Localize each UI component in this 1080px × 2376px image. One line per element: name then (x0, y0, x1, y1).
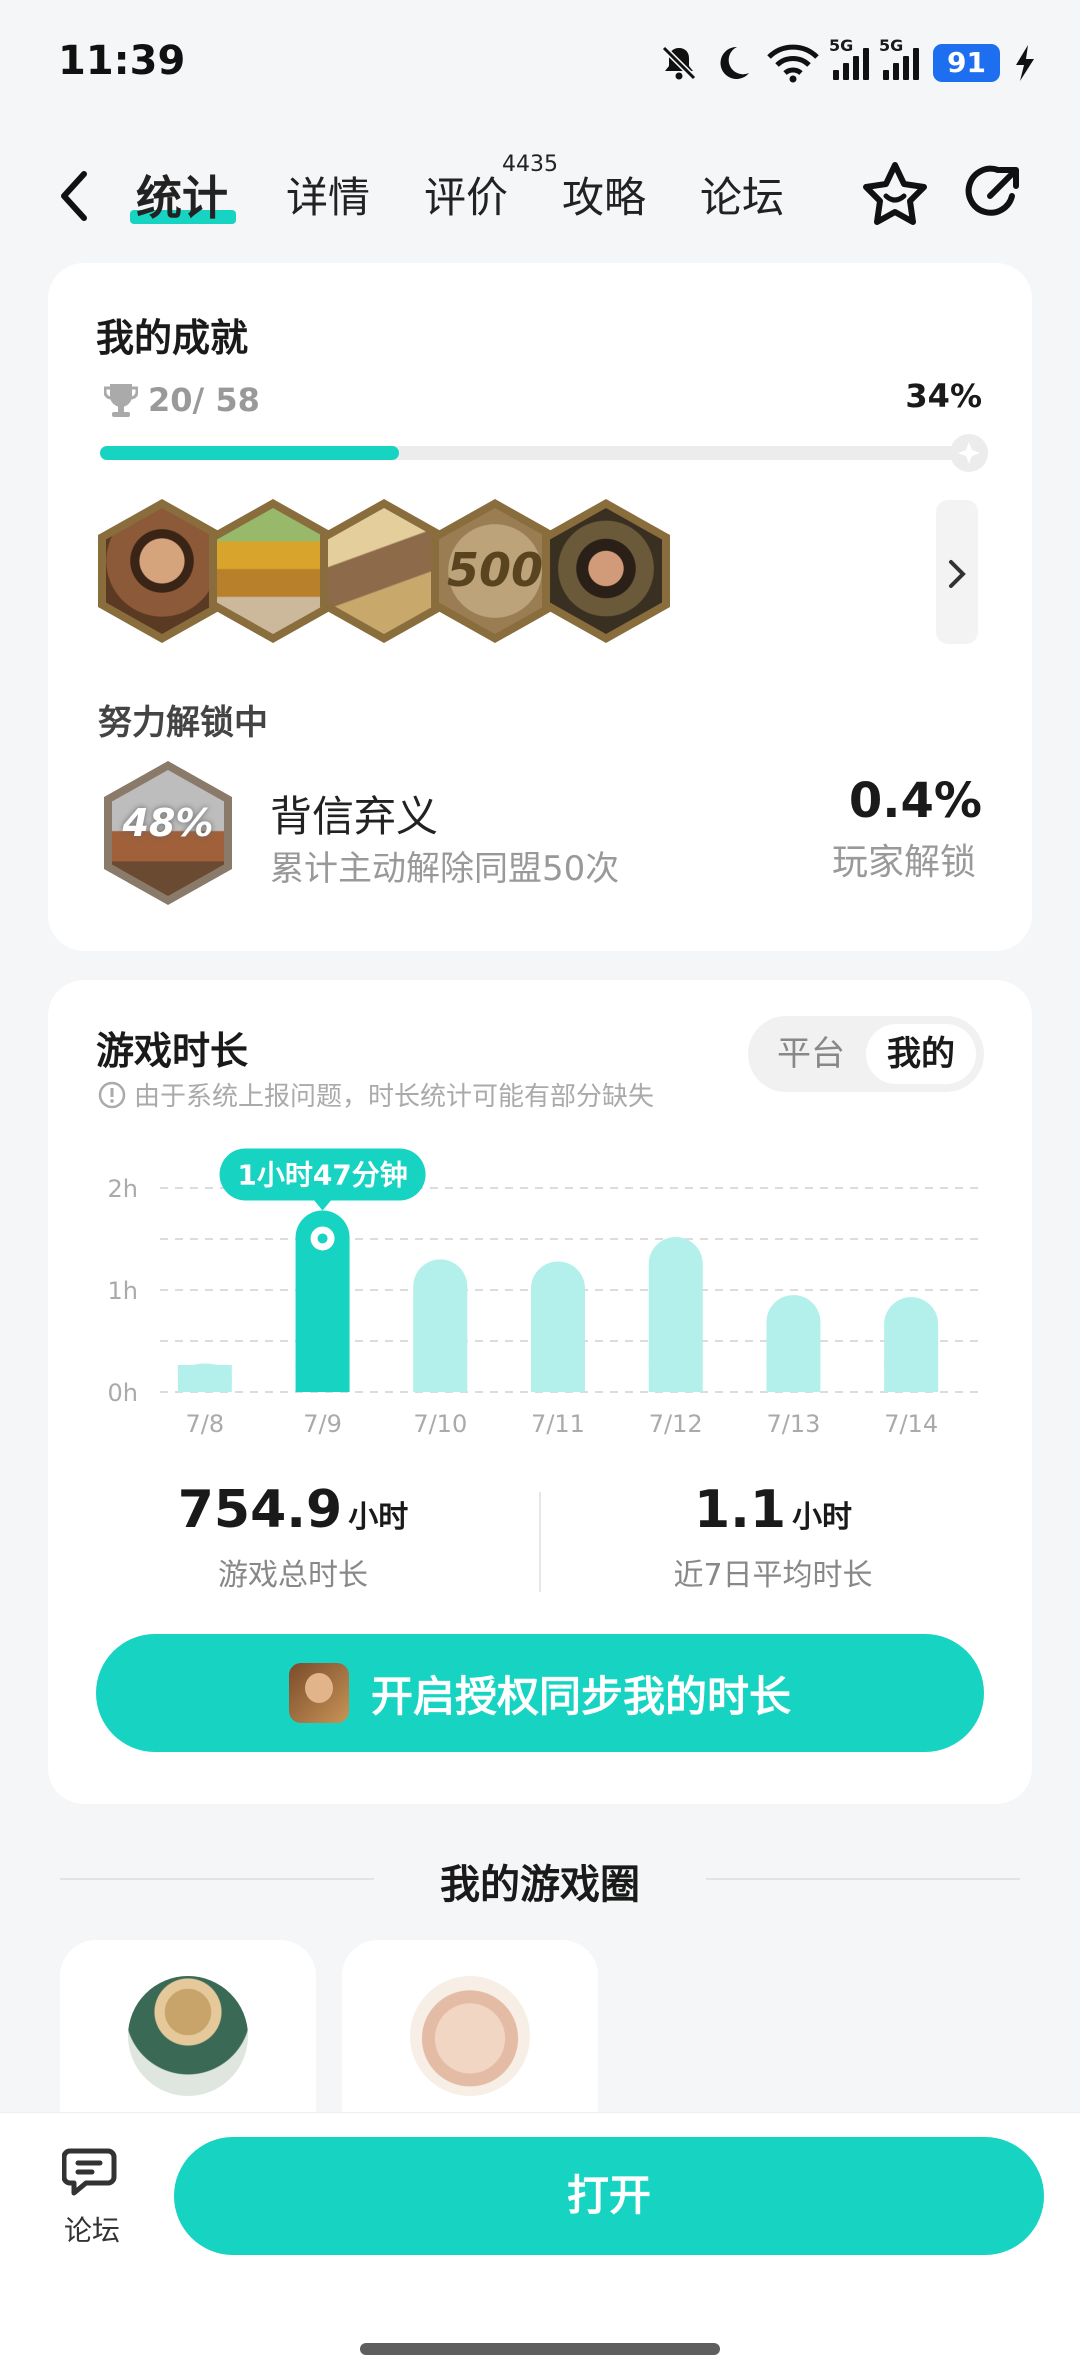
moon-icon (720, 46, 750, 79)
sync-playtime-label: 开启授权同步我的时长 (370, 1671, 791, 1721)
strategist-avatar (128, 1976, 248, 2096)
chart-bar-base (884, 1365, 939, 1392)
open-game-button[interactable]: 打开 (174, 2137, 1044, 2255)
achievement-count-text: 20/ 58 (148, 381, 260, 419)
current-achievement-progress: 48% (122, 801, 214, 845)
charging-icon (1016, 45, 1034, 81)
sparkle-icon (958, 442, 980, 464)
playtime-card: 游戏时长 由于系统上报问题，时长统计可能有部分缺失 平台 我的 0h 1h 2h 7/… (48, 980, 1032, 1804)
chevron-right-icon (949, 559, 966, 588)
status-bar: 11:39 5G 5G 91 (0, 0, 1080, 120)
y-tick-label: 2h (108, 1175, 138, 1203)
average-playtime-unit: 小时 (792, 1500, 853, 1535)
x-tick-label: 7/10 (413, 1410, 467, 1438)
divider-right (706, 1878, 1020, 1880)
x-tick-label: 7/11 (531, 1410, 585, 1438)
mute-bell-icon (661, 45, 697, 81)
current-achievement-badge[interactable]: 48% (104, 761, 232, 905)
badge-village-buildings[interactable] (320, 499, 448, 643)
status-icons: 5G 5G 91 (659, 36, 1036, 88)
achievements-card: 我的成就 20/ 58 34% 500 努力解锁中 48% 背信弃义 累计主动解… (48, 263, 1032, 951)
achievements-title: 我的成就 (96, 316, 249, 360)
forum-shortcut[interactable]: 论坛 (50, 2143, 134, 2249)
forum-chat-icon (61, 2148, 117, 2196)
achievement-percent: 34% (905, 377, 982, 415)
battery-indicator: 91 (933, 44, 1000, 82)
x-tick-label: 7/12 (649, 1410, 703, 1438)
tab-guides[interactable]: 攻略 (562, 164, 646, 225)
top-nav: 统计 详情 评价 4435 攻略 论坛 (0, 150, 1080, 240)
achievement-progress-bar (100, 434, 988, 472)
average-playtime-stat: 1.1 小时 近7日平均时长 (608, 1480, 938, 1594)
reviews-count-badge: 4435 (502, 152, 558, 177)
achievement-progress-fill (100, 446, 400, 460)
achievement-count: 20/ 58 (104, 381, 260, 419)
average-playtime-value: 1.1 (693, 1480, 787, 1540)
badge-golden-pavilion[interactable] (209, 499, 337, 643)
highlight-marker-dot (317, 1233, 328, 1244)
bottom-action-bar: 论坛 打开 (0, 2112, 1080, 2376)
home-indicator[interactable] (360, 2343, 720, 2355)
tab-reviews[interactable]: 评价 (424, 164, 508, 225)
progress-end-marker (950, 434, 988, 472)
sync-playtime-button[interactable]: 开启授权同步我的时长 (96, 1634, 984, 1752)
game-icon (288, 1663, 349, 1723)
badge-bearded-warrior[interactable] (542, 499, 670, 643)
average-playtime-label: 近7日平均时长 (673, 1558, 873, 1593)
stat-divider (539, 1492, 541, 1592)
unlock-rate: 0.4% (848, 773, 982, 829)
badge-general-portrait[interactable] (98, 499, 226, 643)
x-tick-label: 7/13 (766, 1410, 820, 1438)
total-playtime-label: 游戏总时长 (218, 1558, 368, 1593)
wifi-icon (767, 44, 819, 83)
chart-bar-base (413, 1365, 468, 1392)
total-playtime-value: 754.9 (177, 1480, 343, 1540)
chart-bar-base (177, 1365, 232, 1392)
chart-bar-base (766, 1365, 821, 1392)
cell-signal-1-icon: 5G (829, 36, 870, 80)
total-playtime-stat: 754.9 小时 游戏总时长 (128, 1480, 458, 1594)
unlocking-section-title: 努力解锁中 (98, 703, 268, 743)
pig-avatar (410, 1976, 530, 2096)
chart-bar-base (531, 1365, 585, 1392)
current-achievement-name: 背信弃义 (270, 792, 439, 841)
more-badges-button[interactable] (936, 500, 978, 644)
trophy-icon (104, 384, 138, 417)
y-tick-label: 0h (108, 1379, 138, 1407)
chart-bar-base (648, 1365, 703, 1392)
total-playtime-unit: 小时 (348, 1500, 409, 1535)
chart-tooltip-text: 1小时47分钟 (237, 1158, 407, 1191)
current-achievement-desc: 累计主动解除同盟50次 (270, 849, 620, 889)
game-circle-item-pig[interactable] (342, 1940, 598, 2140)
game-circle-item-strategist[interactable] (60, 1940, 316, 2140)
tab-stats[interactable]: 统计 (136, 162, 228, 228)
tab-details[interactable]: 详情 (286, 164, 370, 225)
x-tick-label: 7/9 (303, 1410, 342, 1438)
back-arrow-icon[interactable] (56, 168, 96, 224)
share-icon[interactable] (960, 162, 1024, 226)
status-time: 11:39 (58, 38, 186, 84)
chart-tooltip-pointer (312, 1198, 333, 1211)
playtime-bar-chart: 0h 1h 2h 7/8 7/9 1小时47分钟 7/10 7/11 7/12 7/13 7/14 (108, 1148, 984, 1438)
x-tick-label: 7/14 (884, 1410, 938, 1438)
badge-500[interactable]: 500 (431, 499, 559, 643)
unlock-rate-label: 玩家解锁 (831, 842, 976, 883)
x-tick-label: 7/8 (186, 1410, 225, 1438)
favorite-star-icon[interactable] (860, 160, 930, 228)
tab-forum[interactable]: 论坛 (700, 164, 784, 225)
forum-shortcut-label: 论坛 (63, 2214, 120, 2247)
badge-500-text: 500 (446, 543, 544, 597)
game-circle-title: 我的游戏圈 (440, 1862, 640, 1908)
y-tick-label: 1h (108, 1277, 138, 1305)
cell-signal-2-icon: 5G (879, 36, 920, 80)
chart-bar-base (295, 1365, 350, 1392)
